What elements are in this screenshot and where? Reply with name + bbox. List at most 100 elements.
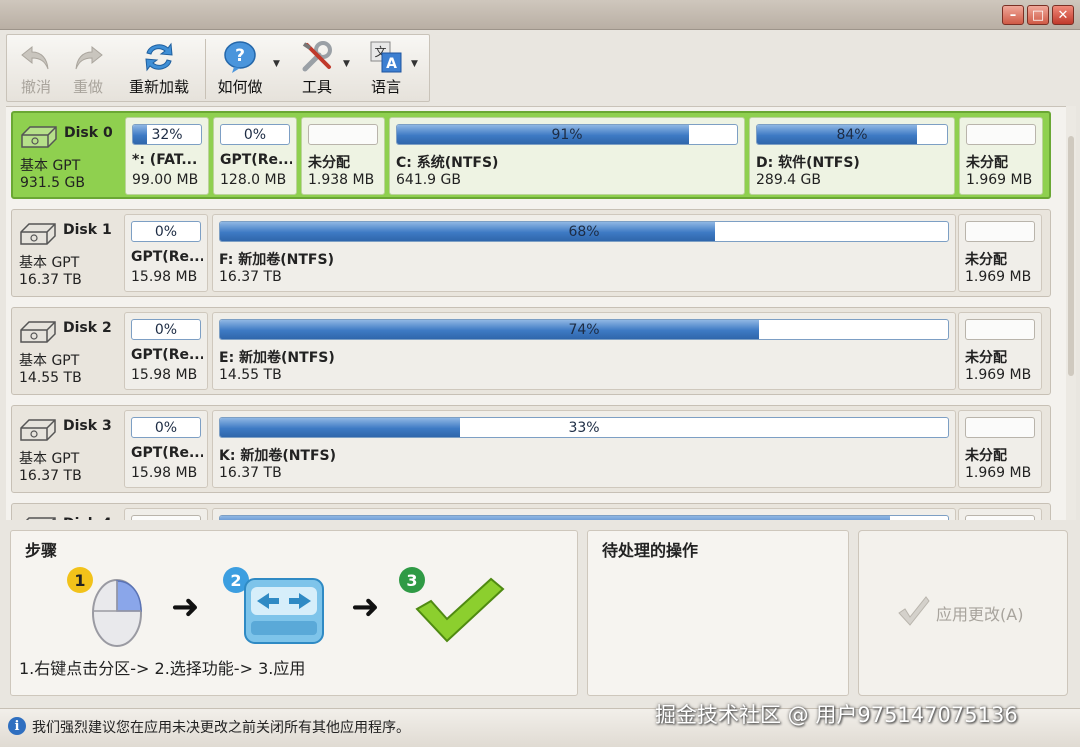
disk-name: Disk 1: [63, 222, 112, 238]
disk-row[interactable]: Disk 2 基本 GPT 14.55 TB 0% GPT(Re... 15.98 MB 7…: [11, 307, 1051, 395]
reload-button[interactable]: 重新加载: [119, 37, 199, 101]
apply-changes-label: 应用更改(A): [936, 605, 1024, 624]
disk-size: 16.37 TB: [19, 468, 82, 484]
maximize-button[interactable]: □: [1027, 5, 1049, 25]
disk-row[interactable]: Disk 0 基本 GPT 931.5 GB 32% *: (FAT... 99.00 M…: [11, 111, 1051, 199]
arrow-right-icon: ➜: [171, 587, 200, 627]
partition-block[interactable]: 68% F: 新加卷(NTFS) 16.37 TB: [212, 214, 956, 292]
usage-percent: 0%: [154, 224, 178, 240]
toolbar: 撤消 重做 重新加载 ? 如何做 ▼ 工具 ▼ 文 A 语言 ▼: [6, 34, 430, 102]
redo-button[interactable]: 重做: [65, 37, 111, 101]
partition-block[interactable]: 0% GPT(Re... 128.0 MB: [213, 117, 297, 195]
toolbar-separator: [205, 39, 206, 99]
tools-button[interactable]: 工具: [287, 37, 347, 101]
partition-block[interactable]: 84% D: 软件(NTFS) 289.4 GB: [749, 117, 955, 195]
partition-block[interactable]: [958, 508, 1042, 520]
usage-bar-fill: [220, 516, 890, 520]
partition-size: 99.00 MB: [132, 172, 199, 188]
language-button[interactable]: 文 A 语言: [357, 37, 415, 101]
usage-percent: 0%: [243, 127, 267, 143]
disk-type: 基本 GPT: [19, 451, 80, 467]
partition-size: 128.0 MB: [220, 172, 287, 188]
partition-block[interactable]: 未分配 1.969 MB: [958, 312, 1042, 390]
checkmark-icon: [415, 577, 505, 643]
window-controls: – □ ✕: [1002, 5, 1074, 25]
usage-percent: 0%: [154, 322, 178, 338]
partition-block[interactable]: 74% E: 新加卷(NTFS) 14.55 TB: [212, 312, 956, 390]
usage-percent: 0%: [154, 420, 178, 436]
apply-changes-button[interactable]: 应用更改(A): [858, 530, 1068, 696]
svg-text:?: ?: [235, 46, 245, 66]
partition-label: 未分配: [965, 350, 1007, 366]
partition-size: 1.969 MB: [966, 172, 1033, 188]
partition-size: 1.969 MB: [965, 367, 1032, 383]
partition-size: 14.55 TB: [219, 367, 282, 383]
hard-disk-icon: [20, 223, 56, 245]
howto-dropdown-arrow-icon[interactable]: ▼: [273, 59, 280, 69]
partition-size: 1.969 MB: [965, 269, 1032, 285]
disk-row[interactable]: Disk 1 基本 GPT 16.37 TB 0% GPT(Re... 15.98 MB 6…: [11, 209, 1051, 297]
partition-block[interactable]: 33% K: 新加卷(NTFS) 16.37 TB: [212, 410, 956, 488]
usage-bar: 32%: [132, 124, 202, 145]
disk-info[interactable]: Disk 1 基本 GPT 16.37 TB: [19, 216, 119, 292]
partition-block[interactable]: 未分配 1.938 MB: [301, 117, 385, 195]
disk-map-scrollbar[interactable]: [1066, 106, 1076, 520]
partition-label: GPT(Re...: [220, 152, 292, 168]
howto-button[interactable]: ? 如何做: [211, 37, 269, 101]
partition-label: K: 新加卷(NTFS): [219, 448, 337, 464]
hard-disk-icon: [20, 419, 56, 441]
usage-bar: [219, 515, 949, 520]
usage-bar: 33%: [219, 417, 949, 438]
disk-info[interactable]: Disk 0 基本 GPT 931.5 GB: [20, 119, 120, 195]
partition-block[interactable]: 0% GPT(Re... 15.98 MB: [124, 312, 208, 390]
usage-percent: 68%: [568, 224, 600, 240]
disk-row[interactable]: Disk 3 基本 GPT 16.37 TB 0% GPT(Re... 15.98 MB 3…: [11, 405, 1051, 493]
disk-name: Disk 3: [63, 418, 112, 434]
usage-bar: 91%: [396, 124, 738, 145]
partition-label: 未分配: [965, 448, 1007, 464]
disk-row[interactable]: Disk 4: [11, 503, 1051, 520]
watermark: 掘金技术社区 @ 用户975147075136: [655, 703, 1018, 727]
usage-percent: 91%: [551, 127, 583, 143]
partition-size: 1.969 MB: [965, 465, 1032, 481]
partition-label: GPT(Re...: [131, 347, 203, 363]
status-text: 我们强烈建议您在应用未决更改之前关闭所有其他应用程序。: [32, 720, 410, 736]
disk-info[interactable]: Disk 4: [19, 510, 119, 520]
partition-block[interactable]: [124, 508, 208, 520]
partition-block[interactable]: 未分配 1.969 MB: [959, 117, 1043, 195]
minimize-button[interactable]: –: [1002, 5, 1024, 25]
language-dropdown-arrow-icon[interactable]: ▼: [411, 59, 418, 69]
partition-label: C: 系统(NTFS): [396, 155, 499, 171]
hard-disk-icon: [21, 126, 57, 148]
undo-button[interactable]: 撤消: [13, 37, 59, 101]
steps-instruction: 1.右键点击分区-> 2.选择功能-> 3.应用: [19, 659, 306, 678]
mouse-icon: [92, 579, 142, 647]
partition-block[interactable]: 未分配 1.969 MB: [958, 214, 1042, 292]
partition-block[interactable]: 32% *: (FAT... 99.00 MB: [125, 117, 209, 195]
disk-size: 14.55 TB: [19, 370, 82, 386]
partition-block[interactable]: 0% GPT(Re... 15.98 MB: [124, 214, 208, 292]
scrollbar-thumb[interactable]: [1068, 136, 1074, 376]
disk-info[interactable]: Disk 2 基本 GPT 14.55 TB: [19, 314, 119, 390]
usage-percent: 74%: [568, 322, 600, 338]
usage-bar: [965, 515, 1035, 520]
partition-label: 未分配: [965, 252, 1007, 268]
usage-bar: 0%: [131, 417, 201, 438]
partition-size: 641.9 GB: [396, 172, 461, 188]
partition-block[interactable]: [212, 508, 956, 520]
usage-bar: 68%: [219, 221, 949, 242]
partition-label: D: 软件(NTFS): [756, 155, 860, 171]
redo-icon: [75, 45, 103, 70]
apply-check-icon: [898, 596, 930, 626]
partition-size: 15.98 MB: [131, 269, 198, 285]
close-button[interactable]: ✕: [1052, 5, 1074, 25]
partition-block[interactable]: 0% GPT(Re... 15.98 MB: [124, 410, 208, 488]
usage-percent: 32%: [151, 127, 183, 143]
usage-percent: 84%: [836, 127, 868, 143]
partition-block[interactable]: 91% C: 系统(NTFS) 641.9 GB: [389, 117, 745, 195]
disk-info[interactable]: Disk 3 基本 GPT 16.37 TB: [19, 412, 119, 488]
partition-block[interactable]: 未分配 1.969 MB: [958, 410, 1042, 488]
disk-type: 基本 GPT: [20, 158, 81, 174]
tools-dropdown-arrow-icon[interactable]: ▼: [343, 59, 350, 69]
usage-percent: 33%: [568, 420, 600, 436]
